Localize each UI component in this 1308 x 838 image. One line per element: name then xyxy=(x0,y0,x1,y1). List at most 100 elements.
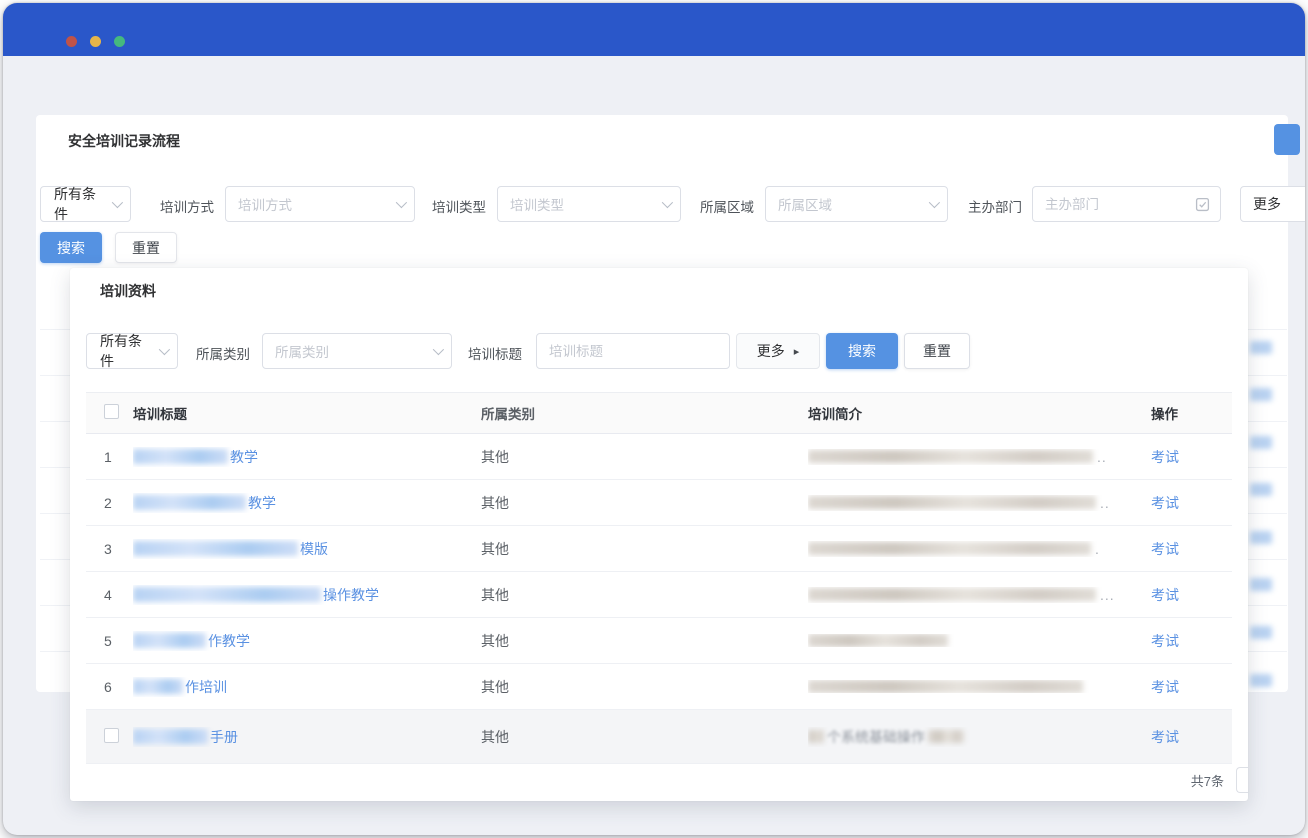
blurred-link xyxy=(1250,436,1272,449)
caret-right-icon: ▸ xyxy=(794,345,800,358)
table-row: 3 模版 其他 . 考试 xyxy=(86,526,1232,572)
column-header-title: 培训标题 xyxy=(133,403,481,423)
blurred-link xyxy=(1250,578,1272,591)
exam-link[interactable]: 考试 xyxy=(1151,449,1179,465)
blurred-title-text xyxy=(133,679,183,694)
training-title-link[interactable]: 教学 xyxy=(248,493,276,513)
exam-link[interactable]: 考试 xyxy=(1151,729,1179,745)
training-title-link[interactable]: 作培训 xyxy=(185,677,227,697)
category-select[interactable]: 所属类别 xyxy=(262,333,452,369)
modal-more-filters-button[interactable]: 更多 ▸ xyxy=(736,333,820,369)
blurred-link xyxy=(1250,341,1272,354)
training-title-input[interactable] xyxy=(549,344,719,359)
blurred-link xyxy=(1250,388,1272,401)
search-button-outer[interactable]: 搜索 xyxy=(40,232,102,263)
training-materials-modal: 培训资料 所有条件 所属类别 所属类别 培训标题 更多 ▸ 搜索 重置 培训标题… xyxy=(70,268,1248,801)
blurred-intro-text xyxy=(808,588,1096,601)
row-index: 3 xyxy=(104,541,112,557)
pagination-fragment[interactable] xyxy=(1236,767,1248,793)
host-department-input[interactable] xyxy=(1045,197,1195,212)
category-placeholder: 所属类别 xyxy=(275,341,329,361)
blurred-title-text xyxy=(133,729,208,744)
category-cell: 其他 xyxy=(481,585,808,605)
all-conditions-dropdown[interactable]: 所有条件 xyxy=(40,186,131,222)
training-title-link[interactable]: 作教学 xyxy=(208,631,250,651)
column-header-category: 所属类别 xyxy=(481,403,808,423)
more-label: 更多 xyxy=(757,341,785,361)
page-action-button-cutoff[interactable] xyxy=(1274,124,1300,155)
exam-link[interactable]: 考试 xyxy=(1151,541,1179,557)
training-title-link[interactable]: 教学 xyxy=(230,447,258,467)
filter-label-host-department: 主办部门 xyxy=(968,196,1022,216)
chevron-down-icon xyxy=(662,197,673,208)
row-index: 5 xyxy=(104,633,112,649)
column-header-action: 操作 xyxy=(1151,403,1232,423)
training-type-placeholder: 培训类型 xyxy=(510,194,564,214)
intro-ellipsis: .. xyxy=(1097,449,1107,465)
row-index: 4 xyxy=(104,587,112,603)
modal-title: 培训资料 xyxy=(100,281,156,301)
minimize-window-icon[interactable] xyxy=(90,36,101,47)
filter-label-training-method: 培训方式 xyxy=(160,196,214,216)
training-type-select[interactable]: 培训类型 xyxy=(497,186,681,222)
table-row: 手册 其他 个系统基础操作 考试 xyxy=(86,710,1232,764)
zoom-window-icon[interactable] xyxy=(114,36,125,47)
more-label: 更多 xyxy=(1253,194,1281,214)
filter-label-region: 所属区域 xyxy=(700,196,754,216)
blurred-link xyxy=(1250,531,1272,544)
row-index: 1 xyxy=(104,449,112,465)
modal-table-body: 1 教学 其他 .. 考试 2 教学 其他 .. xyxy=(86,434,1232,764)
exam-link[interactable]: 考试 xyxy=(1151,633,1179,649)
select-check-icon[interactable] xyxy=(1195,197,1210,212)
table-header-row: 培训标题 所属类别 培训简介 操作 xyxy=(86,392,1232,434)
blurred-link xyxy=(1250,674,1272,687)
blurred-title-text xyxy=(133,541,298,556)
close-window-icon[interactable] xyxy=(66,36,77,47)
select-all-checkbox[interactable] xyxy=(104,404,119,419)
intro-ellipsis: .. xyxy=(1100,495,1110,511)
exam-link[interactable]: 考试 xyxy=(1151,495,1179,511)
blurred-title-text xyxy=(133,587,321,602)
table-row: 5 作教学 其他 考试 xyxy=(86,618,1232,664)
training-method-select[interactable]: 培训方式 xyxy=(225,186,415,222)
modal-all-conditions-dropdown[interactable]: 所有条件 xyxy=(86,333,178,369)
exam-link[interactable]: 考试 xyxy=(1151,587,1179,603)
exam-link[interactable]: 考试 xyxy=(1151,679,1179,695)
category-cell: 其他 xyxy=(481,677,808,697)
table-row: 1 教学 其他 .. 考试 xyxy=(86,434,1232,480)
column-header-intro: 培训简介 xyxy=(808,403,1151,423)
page-title: 安全培训记录流程 xyxy=(68,131,180,151)
blurred-title-text xyxy=(133,449,228,464)
region-select[interactable]: 所属区域 xyxy=(765,186,948,222)
table-row: 4 操作教学 其他 ... 考试 xyxy=(86,572,1232,618)
blurred-title-text xyxy=(133,633,206,648)
category-cell: 其他 xyxy=(481,447,808,467)
blurred-intro-text xyxy=(928,730,964,743)
table-footer: 共7条 xyxy=(86,759,1232,801)
chevron-down-icon xyxy=(159,344,170,355)
row-checkbox[interactable] xyxy=(104,728,119,743)
filter-label-category: 所属类别 xyxy=(196,343,250,363)
category-cell: 其他 xyxy=(481,493,808,513)
training-title-link[interactable]: 模版 xyxy=(300,539,328,559)
more-filters-button-outer[interactable]: 更多 ▸ xyxy=(1240,186,1305,222)
chevron-down-icon xyxy=(929,197,940,208)
table-row: 2 教学 其他 .. 考试 xyxy=(86,480,1232,526)
modal-reset-button[interactable]: 重置 xyxy=(904,333,970,369)
row-index: 2 xyxy=(104,495,112,511)
app-window: 安全培训记录流程 所有条件 培训方式 培训方式 培训类型 培训类型 所属区域 所… xyxy=(3,3,1305,835)
training-title-link[interactable]: 操作教学 xyxy=(323,585,379,605)
all-conditions-label: 所有条件 xyxy=(54,184,104,224)
blurred-link xyxy=(1250,483,1272,496)
modal-search-button[interactable]: 搜索 xyxy=(826,333,898,369)
all-conditions-label: 所有条件 xyxy=(100,331,151,371)
training-title-link[interactable]: 手册 xyxy=(210,727,238,747)
blurred-intro-text xyxy=(808,730,824,743)
category-cell: 其他 xyxy=(481,631,808,651)
window-titlebar xyxy=(3,3,1305,56)
intro-ellipsis: ... xyxy=(1100,587,1115,603)
reset-button-outer[interactable]: 重置 xyxy=(115,232,177,263)
blurred-intro-text xyxy=(808,542,1091,555)
intro-fragment: 个系统基础操作 xyxy=(827,727,925,747)
training-title-field xyxy=(536,333,730,369)
